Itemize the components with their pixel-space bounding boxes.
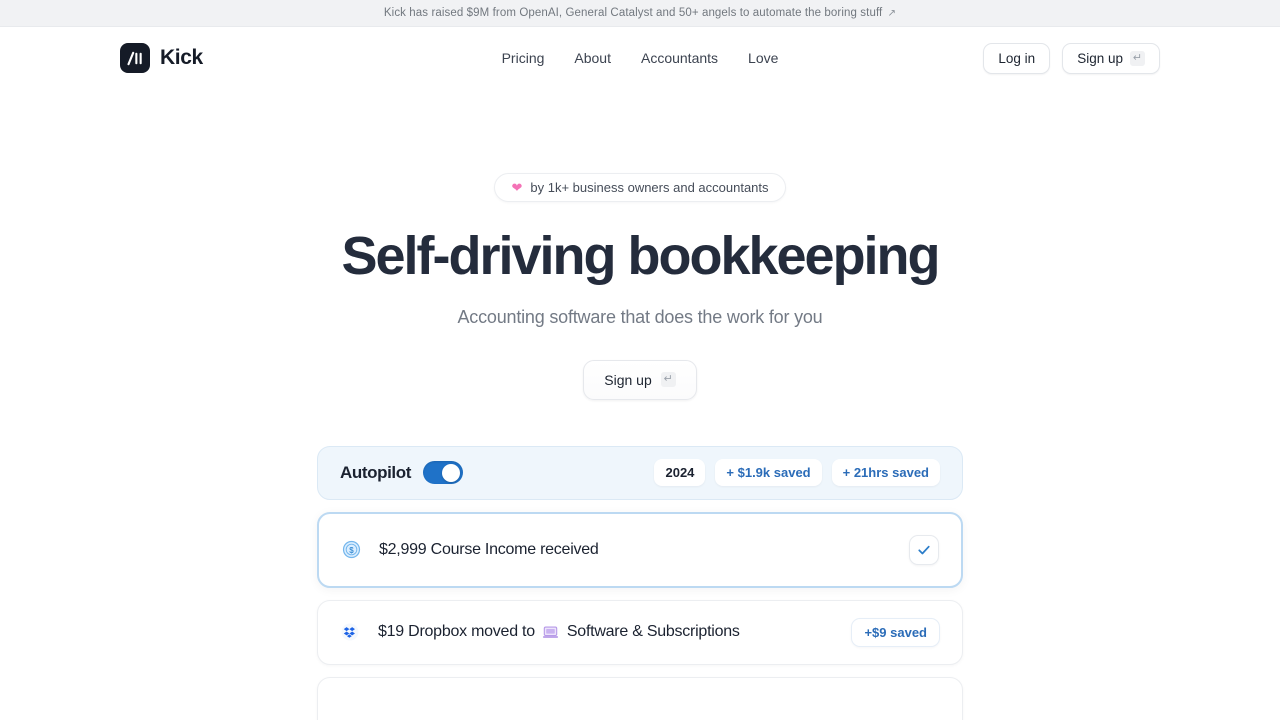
enter-key-icon: ↵ [1130,50,1145,66]
svg-text:$: $ [349,546,354,555]
savings-badge: +$9 saved [851,617,940,647]
transaction-row[interactable]: $19 Dropbox moved to Software & Subscrip… [317,599,963,665]
external-link-arrow-icon: ↗ [887,8,897,19]
autopilot-card: Autopilot 2024 + $1.9k saved + 21hrs sav… [317,445,963,500]
heart-icon: ❤ [511,180,523,195]
transaction-category: Software & Subscriptions [566,623,740,641]
page-title: Self-driving bookkeeping [341,226,940,286]
dropbox-icon [340,622,360,642]
enter-key-icon: ↵ [660,372,676,388]
autopilot-label: Autopilot [340,462,411,482]
site-header: Kick Pricing About Accountants Love Log … [0,27,1280,89]
brand-logo[interactable]: Kick [120,43,203,73]
stat-pill-year: 2024 [654,459,706,487]
autopilot-toggle[interactable] [422,461,463,485]
log-in-label: Log in [998,50,1036,66]
hero-cta-wrapper: Sign up ↵ [0,359,1280,400]
announcement-banner[interactable]: Kick has raised $9M from OpenAI, General… [0,0,1280,27]
announcement-text: Kick has raised $9M from OpenAI, General… [383,7,883,19]
sign-up-button[interactable]: Sign up ↵ [1062,42,1160,74]
transaction-row-text: $19 Dropbox moved to Software & Subscrip… [378,623,740,641]
dollar-coin-icon: $ [341,540,361,560]
nav-item-love[interactable]: Love [748,50,778,66]
product-demo: Autopilot 2024 + $1.9k saved + 21hrs sav… [317,445,963,720]
main-nav: Pricing About Accountants Love [502,50,779,66]
log-in-button[interactable]: Log in [983,42,1051,74]
hero-sign-up-label: Sign up [604,371,652,388]
sign-up-label: Sign up [1077,50,1123,66]
transaction-row-partial[interactable] [317,676,963,720]
auth-actions: Log in Sign up ↵ [983,42,1160,74]
autopilot-stats: 2024 + $1.9k saved + 21hrs saved [654,459,940,487]
transaction-row[interactable]: $ $2,999 Course Income received [317,511,963,588]
transaction-row-text: $2,999 Course Income received [379,540,599,558]
nav-item-pricing[interactable]: Pricing [502,50,545,66]
autopilot-toggle-knob [442,463,461,482]
hero-sign-up-button[interactable]: Sign up ↵ [583,359,697,400]
transaction-description: $19 Dropbox moved to [378,623,535,641]
nav-item-about[interactable]: About [574,50,611,66]
laptop-icon [542,623,560,641]
announcement-banner-text[interactable]: Kick has raised $9M from OpenAI, General… [384,7,896,19]
stat-pill-hours-saved: + 21hrs saved [831,459,940,487]
social-proof-badge: ❤ by 1k+ business owners and accountants [494,173,786,202]
nav-item-accountants[interactable]: Accountants [641,50,718,66]
page-subtitle: Accounting software that does the work f… [457,306,823,327]
social-proof-label: by 1k+ business owners and accountants [530,180,769,195]
hero-section: ❤ by 1k+ business owners and accountants… [0,89,1280,720]
approve-transaction-button[interactable] [909,534,939,565]
brand-name: Kick [160,46,203,69]
kick-logo-mark-icon [120,43,150,73]
stat-pill-money-saved: + $1.9k saved [715,459,822,487]
